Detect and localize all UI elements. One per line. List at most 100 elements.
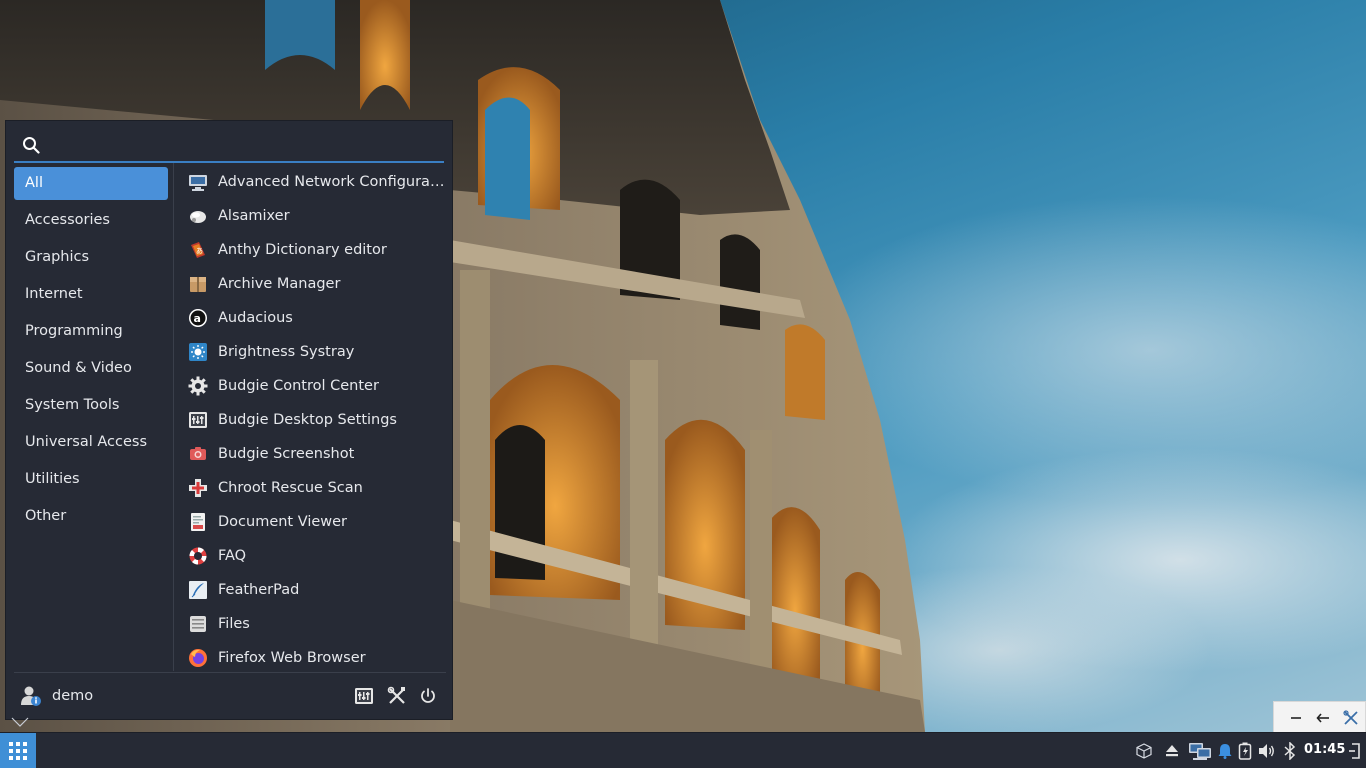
alsamixer-icon — [188, 206, 208, 226]
app-label: Advanced Network Configurat... — [218, 174, 446, 190]
desktop-settings-icon — [188, 410, 208, 430]
widget-tools-button[interactable] — [1341, 708, 1361, 728]
app-label: Firefox Web Browser — [218, 650, 366, 666]
category-all[interactable]: All — [14, 167, 168, 200]
anthy-dictionary-icon: あ — [188, 240, 208, 260]
app-label: Budgie Desktop Settings — [218, 412, 397, 428]
tray-network-button[interactable] — [1187, 741, 1213, 761]
tray-eject-button[interactable] — [1164, 741, 1180, 761]
camera-icon — [188, 444, 208, 464]
search-bar — [14, 127, 444, 163]
app-label: Budgie Control Center — [218, 378, 379, 394]
arrow-left-icon — [1316, 713, 1329, 723]
power-button[interactable] — [416, 684, 440, 708]
minimize-button[interactable] — [1286, 708, 1306, 728]
app-label: FAQ — [218, 548, 247, 564]
application-menu: All Accessories Graphics Internet Progra… — [5, 120, 453, 720]
bluetooth-icon — [1284, 742, 1296, 760]
app-item-audacious[interactable]: a Audacious — [182, 301, 446, 335]
back-button[interactable] — [1313, 708, 1333, 728]
bottom-panel: 01:45 — [0, 732, 1366, 768]
panel-clock[interactable]: 01:45 — [1304, 742, 1345, 757]
app-list: Advanced Network Configurat... Alsamixer… — [182, 165, 446, 673]
app-label: Anthy Dictionary editor — [218, 242, 387, 258]
app-item-chroot-rescue-scan[interactable]: Chroot Rescue Scan — [182, 471, 446, 505]
brightness-icon — [188, 342, 208, 362]
category-internet[interactable]: Internet — [14, 278, 168, 311]
app-launcher-button[interactable] — [0, 733, 36, 768]
lifebuoy-icon — [188, 546, 208, 566]
menu-divider — [173, 163, 174, 671]
volume-icon — [1259, 744, 1274, 758]
category-utilities[interactable]: Utilities — [14, 463, 168, 496]
logout-icon — [1349, 743, 1360, 759]
bell-icon — [1218, 744, 1232, 759]
app-item-featherpad[interactable]: FeatherPad — [182, 573, 446, 607]
grid-icon — [9, 742, 27, 760]
app-label: Archive Manager — [218, 276, 341, 292]
app-item-archive-manager[interactable]: Archive Manager — [182, 267, 446, 301]
search-icon — [23, 137, 40, 154]
network-icon — [1189, 743, 1211, 760]
user-button[interactable]: demo — [20, 683, 93, 709]
rescue-icon — [188, 478, 208, 498]
app-label: Document Viewer — [218, 514, 348, 530]
category-other[interactable]: Other — [14, 500, 168, 533]
user-avatar-icon — [21, 686, 41, 706]
app-label: Brightness Systray — [218, 344, 355, 360]
category-universal-access[interactable]: Universal Access — [14, 426, 168, 459]
app-label: Alsamixer — [218, 208, 290, 224]
category-programming[interactable]: Programming — [14, 315, 168, 348]
svg-text:あ: あ — [196, 247, 203, 255]
minus-icon — [1291, 717, 1301, 719]
app-item-faq[interactable]: FAQ — [182, 539, 446, 573]
category-accessories[interactable]: Accessories — [14, 204, 168, 237]
app-label: Budgie Screenshot — [218, 446, 355, 462]
power-icon — [421, 688, 435, 703]
search-input[interactable] — [50, 131, 440, 159]
tools-icon — [387, 686, 405, 704]
tray-volume-button[interactable] — [1258, 741, 1276, 761]
firefox-icon — [188, 648, 208, 668]
app-item-alsamixer[interactable]: Alsamixer — [182, 199, 446, 233]
archive-manager-icon — [188, 274, 208, 294]
app-item-budgie-screenshot[interactable]: Budgie Screenshot — [182, 437, 446, 471]
audacious-icon: a — [188, 308, 208, 328]
featherpad-icon — [188, 580, 208, 600]
app-item-brightness-systray[interactable]: Brightness Systray — [182, 335, 446, 369]
tools-icon — [1343, 710, 1358, 725]
package-icon — [1136, 743, 1152, 759]
app-item-advanced-network[interactable]: Advanced Network Configurat... — [182, 165, 446, 199]
category-system-tools[interactable]: System Tools — [14, 389, 168, 422]
floating-toolbar — [1273, 701, 1366, 733]
app-item-anthy-dictionary[interactable]: あ Anthy Dictionary editor — [182, 233, 446, 267]
category-graphics[interactable]: Graphics — [14, 241, 168, 274]
network-config-icon — [188, 172, 208, 192]
app-label: Chroot Rescue Scan — [218, 480, 363, 496]
eject-icon — [1166, 745, 1178, 757]
app-item-document-viewer[interactable]: Document Viewer — [182, 505, 446, 539]
settings-button[interactable] — [352, 684, 376, 708]
tools-button[interactable] — [385, 684, 409, 708]
app-label: FeatherPad — [218, 582, 300, 598]
app-label: Audacious — [218, 310, 293, 326]
user-name: demo — [52, 688, 94, 704]
app-item-firefox[interactable]: Firefox Web Browser — [182, 641, 446, 673]
files-icon — [188, 614, 208, 634]
tray-bluetooth-button[interactable] — [1283, 741, 1297, 761]
tray-package-button[interactable] — [1135, 741, 1153, 761]
category-sound-video[interactable]: Sound & Video — [14, 352, 168, 385]
category-list: All Accessories Graphics Internet Progra… — [14, 167, 168, 537]
document-viewer-icon — [188, 512, 208, 532]
tray-battery-button[interactable] — [1237, 741, 1253, 761]
svg-text:a: a — [194, 312, 201, 325]
tray-notifications-button[interactable] — [1217, 741, 1233, 761]
tray-session-button[interactable] — [1346, 741, 1362, 761]
app-item-budgie-control-center[interactable]: Budgie Control Center — [182, 369, 446, 403]
battery-icon — [1238, 742, 1252, 760]
app-label: Files — [218, 616, 250, 632]
app-item-files[interactable]: Files — [182, 607, 446, 641]
footer-divider — [14, 672, 446, 673]
app-item-budgie-desktop-settings[interactable]: Budgie Desktop Settings — [182, 403, 446, 437]
menu-pointer-icon — [11, 717, 29, 727]
